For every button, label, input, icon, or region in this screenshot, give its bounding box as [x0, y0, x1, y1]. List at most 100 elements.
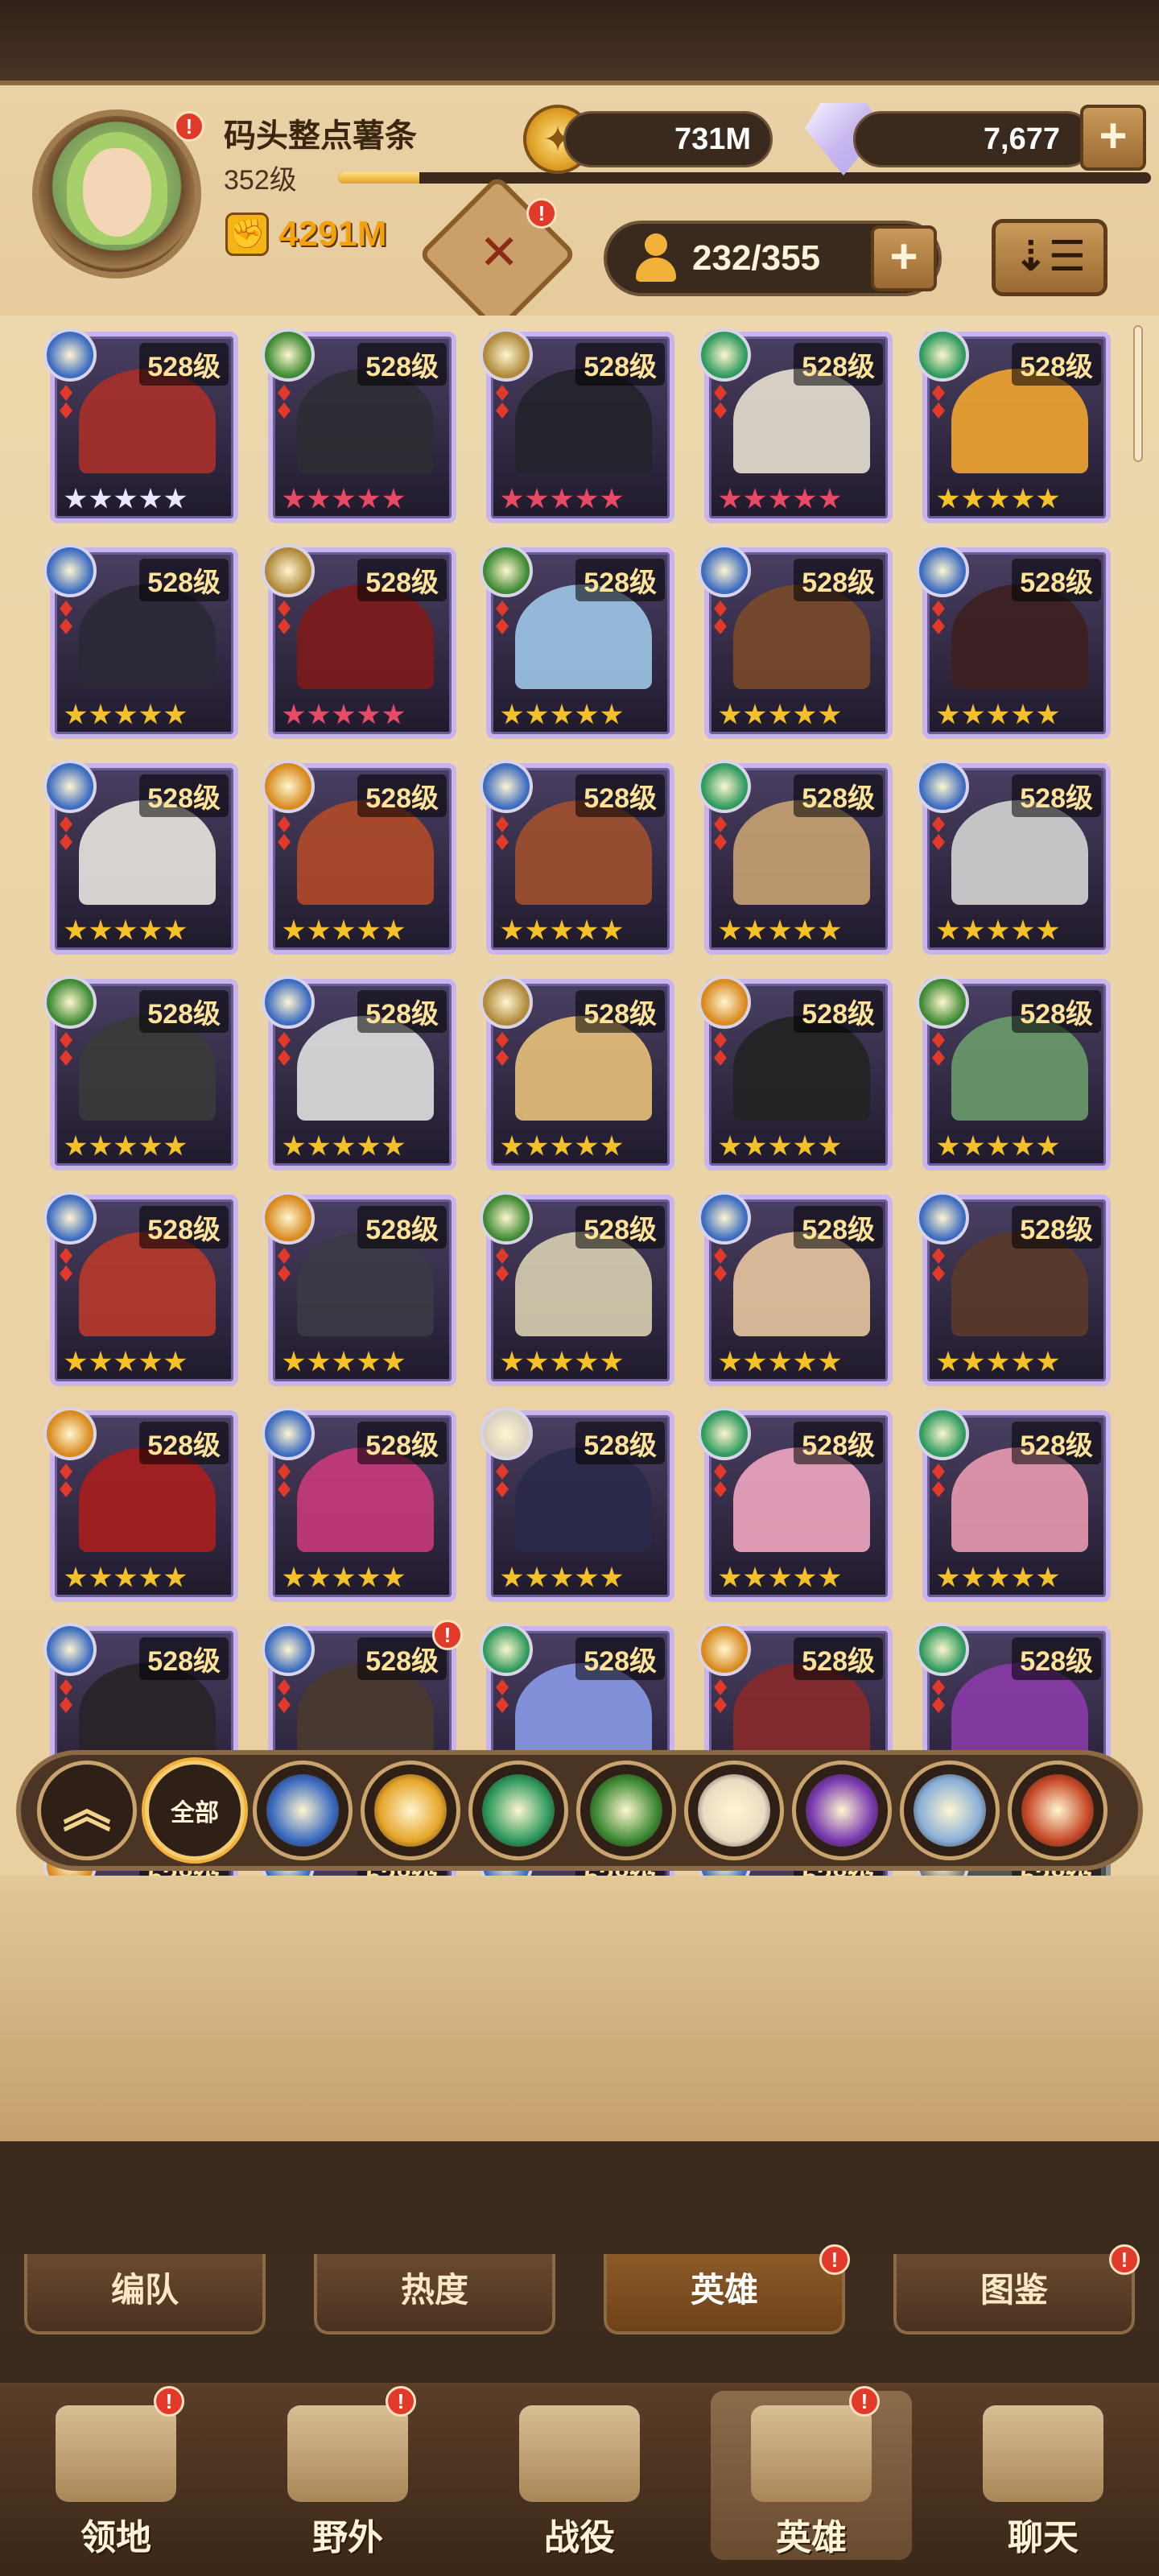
collapse-filter-button[interactable]: ︽ [37, 1761, 137, 1860]
faction-emblem-icon [262, 760, 315, 813]
star-rating [64, 1135, 187, 1158]
hero-card[interactable]: 528级 [916, 976, 1111, 1170]
faction-emblem-icon [480, 544, 533, 597]
gem-icon [60, 1050, 72, 1066]
tab-popularity[interactable]: 热度 [314, 2254, 555, 2334]
filter-graveborn-button[interactable] [576, 1761, 676, 1860]
filter-all-button[interactable]: 全部 [145, 1761, 245, 1860]
hero-card[interactable]: 528级 [480, 544, 674, 739]
nav-heroes[interactable]: 英雄 ! [711, 2386, 912, 2560]
hero-card[interactable]: 528级 [480, 1191, 674, 1386]
filter-celestial-button[interactable] [684, 1761, 784, 1860]
decorative-rail [0, 1876, 1159, 2141]
hero-card[interactable]: 528级 [698, 328, 893, 523]
hero-level: 528级 [357, 774, 447, 817]
hero-card[interactable]: 528级 [698, 1191, 893, 1386]
filter-hypogean-button[interactable] [792, 1761, 892, 1860]
hero-card[interactable]: 528级 [262, 976, 456, 1170]
nav-wilderness-label: 野外 [312, 2518, 383, 2557]
gem-icon [278, 1050, 291, 1066]
gem-icon [278, 1248, 291, 1264]
hero-card[interactable]: 528级 [916, 544, 1111, 739]
hero-level: 528级 [139, 1637, 229, 1680]
filter-draconis-button[interactable] [1008, 1761, 1107, 1860]
hero-card[interactable]: 528级 [480, 328, 674, 523]
star-rating [937, 488, 1059, 510]
hero-card[interactable]: 528级 [698, 1407, 893, 1602]
gem-icon [932, 1463, 945, 1480]
faction-emblem-icon [916, 328, 969, 382]
faction-emblem-icon [480, 760, 533, 813]
hero-card[interactable]: 528级 [262, 544, 456, 739]
hero-level: 528级 [575, 1637, 665, 1680]
hero-card[interactable]: 528级 [698, 976, 893, 1170]
hero-level: 528级 [357, 559, 447, 601]
hero-card[interactable]: 528级 [480, 760, 674, 955]
tab-formation[interactable]: 编队 [24, 2254, 266, 2334]
hero-card[interactable]: 528级 [43, 760, 238, 955]
hero-card[interactable]: 528级 [916, 760, 1111, 955]
filter-mauler-button[interactable] [361, 1761, 460, 1860]
star-icon [600, 1351, 623, 1372]
star-icon [357, 919, 380, 940]
hero-card[interactable]: 528级 [262, 1407, 456, 1602]
star-icon [744, 1567, 766, 1587]
hero-card[interactable]: 528级 [698, 544, 893, 739]
hero-card[interactable]: 528级 [262, 1191, 456, 1386]
hero-card[interactable]: 528级 [916, 1191, 1111, 1386]
gem-icon [714, 1248, 727, 1264]
wilder-icon [482, 1774, 555, 1847]
star-icon [1037, 1351, 1059, 1372]
rank-gems [714, 1463, 727, 1497]
scrollbar[interactable] [1133, 325, 1143, 462]
sort-button[interactable]: ⇣☰ [992, 219, 1107, 296]
nav-campaign-label: 战役 [544, 2518, 615, 2557]
tab-codex-label: 图鉴 [980, 2271, 1048, 2309]
filter-dimensional-button[interactable] [900, 1761, 1000, 1860]
hero-card[interactable]: 528级 [916, 328, 1111, 523]
star-icon [64, 488, 87, 509]
hero-card[interactable]: 528级 [262, 328, 456, 523]
player-avatar[interactable]: ! [32, 109, 204, 279]
hero-card[interactable]: 528级 [480, 1407, 674, 1602]
faction-emblem-icon [698, 1191, 751, 1245]
star-icon [332, 704, 355, 724]
tab-codex[interactable]: 图鉴! [893, 2244, 1140, 2334]
filter-wilder-button[interactable] [468, 1761, 568, 1860]
nav-campaign[interactable]: 战役 [479, 2391, 680, 2560]
draconis-icon [1021, 1774, 1094, 1847]
add-hero-slots-button[interactable]: + [871, 225, 937, 291]
hero-card[interactable]: 528级 [698, 760, 893, 955]
hero-card[interactable]: 528级 [43, 1407, 238, 1602]
hero-level: 528级 [139, 1206, 229, 1249]
hero-card[interactable]: 528级 [43, 544, 238, 739]
gem-icon [278, 1032, 291, 1048]
guild-emblem-icon[interactable] [418, 175, 577, 334]
nav-territory[interactable]: 领地 ! [15, 2386, 217, 2560]
faction-emblem-icon [698, 760, 751, 813]
faction-emblem-icon [916, 1623, 969, 1676]
nav-chat-label: 聊天 [1008, 2518, 1079, 2557]
hero-card[interactable]: 528级 [43, 1191, 238, 1386]
hero-card[interactable]: 528级 [262, 760, 456, 955]
avatar-alert-icon: ! [174, 111, 204, 142]
star-rating [64, 488, 187, 510]
hero-card[interactable]: 528级 [43, 976, 238, 1170]
tab-codex-alert-icon: ! [1109, 2244, 1140, 2275]
filter-lightbearer-button[interactable] [253, 1761, 353, 1860]
gem-icon [932, 402, 945, 419]
rank-gems [278, 601, 291, 634]
nav-chat[interactable]: 聊天 [942, 2391, 1144, 2560]
add-diamonds-button[interactable]: + [1080, 105, 1146, 171]
star-icon [962, 1567, 984, 1587]
rank-gems [278, 1248, 291, 1282]
star-icon [332, 1351, 355, 1372]
star-icon [64, 1351, 87, 1372]
hero-card[interactable]: 528级 [916, 1407, 1111, 1602]
tab-heroes[interactable]: 英雄! [604, 2244, 850, 2334]
hero-card[interactable]: 528级 [480, 976, 674, 1170]
rank-gems [60, 1679, 72, 1713]
faction-emblem-icon [916, 976, 969, 1029]
hero-card[interactable]: 528级 [43, 328, 238, 523]
nav-wilderness[interactable]: 野外 ! [247, 2386, 448, 2560]
